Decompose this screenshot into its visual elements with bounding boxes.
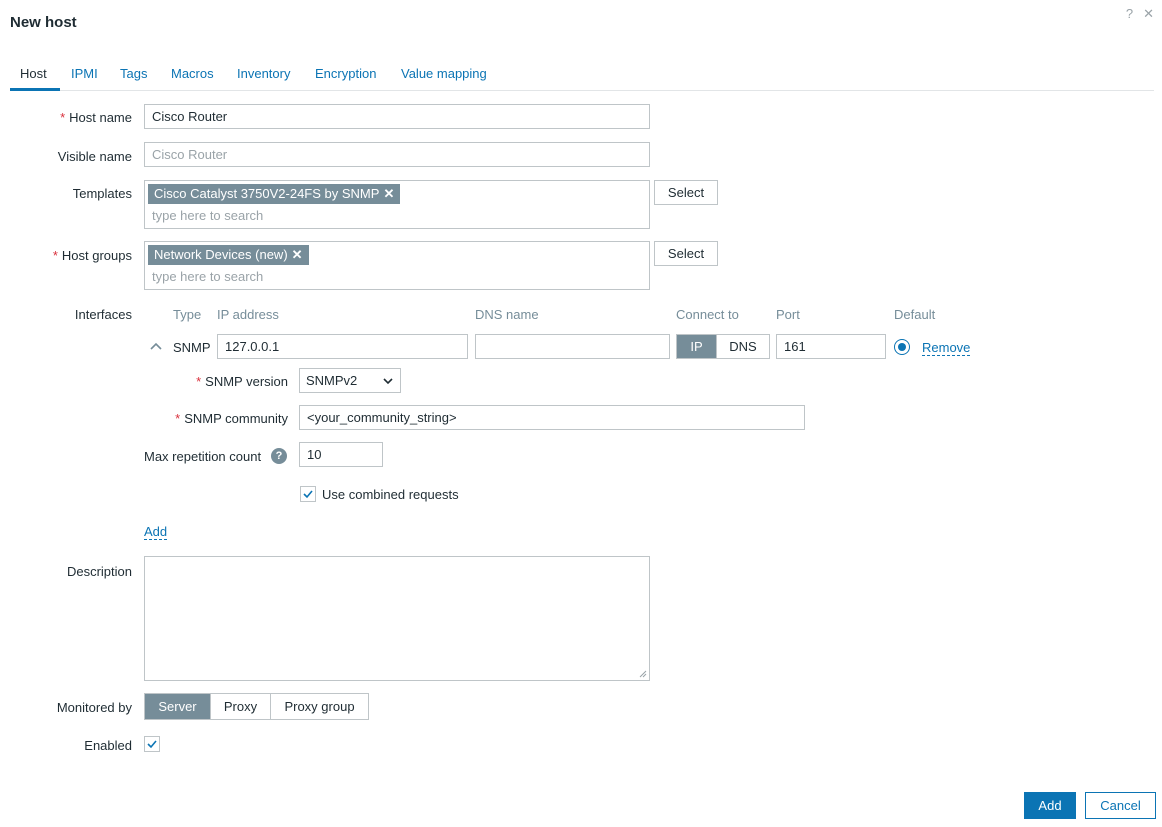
chevron-up-icon[interactable] — [148, 338, 164, 354]
required-mark: * — [175, 411, 181, 426]
snmp-community-input[interactable] — [299, 405, 805, 430]
visible-name-input[interactable] — [144, 142, 650, 167]
checkmark-icon — [147, 740, 157, 749]
dialog-title: New host — [10, 14, 77, 31]
description-label: Description — [66, 564, 132, 579]
enabled-checkbox[interactable] — [144, 736, 160, 752]
combined-requests-label: Use combined requests — [322, 487, 459, 502]
connect-ip-option[interactable]: IP — [677, 335, 717, 358]
template-chip: Cisco Catalyst 3750V2-24FS by SNMP ✕ — [148, 184, 401, 204]
checkmark-icon — [303, 490, 313, 499]
tab-ipmi[interactable]: IPMI — [71, 66, 98, 81]
monitored-by-toggle: Server Proxy Proxy group — [144, 693, 369, 720]
tab-encryption[interactable]: Encryption — [315, 66, 376, 81]
monitored-by-proxy-group[interactable]: Proxy group — [271, 694, 368, 719]
visible-name-label: Visible name — [57, 149, 132, 164]
interfaces-col-default: Default — [894, 307, 936, 322]
host-groups-label: * Host groups — [52, 248, 132, 263]
chip-remove-icon[interactable]: ✕ — [292, 245, 303, 265]
interfaces-col-dns: DNS name — [475, 307, 539, 322]
dialog-header-icons: ? ✕ — [1126, 6, 1154, 22]
resize-grip-icon[interactable] — [639, 670, 647, 678]
combined-requests-checkbox[interactable] — [300, 486, 316, 502]
tab-value-mapping[interactable]: Value mapping — [401, 66, 487, 81]
interfaces-col-type: Type — [173, 307, 202, 322]
tab-macros[interactable]: Macros — [171, 66, 214, 81]
interface-type: SNMP — [173, 340, 211, 355]
snmp-version-select[interactable]: SNMPv2 — [299, 368, 401, 393]
templates-select-button[interactable]: Select — [654, 180, 718, 205]
host-groups-search-input[interactable] — [152, 269, 452, 284]
interface-dns-input[interactable] — [475, 334, 670, 359]
interface-ip-input[interactable] — [217, 334, 468, 359]
host-groups-select-button[interactable]: Select — [654, 241, 718, 266]
required-mark: * — [52, 248, 58, 263]
required-mark: * — [196, 374, 202, 389]
host-name-input[interactable] — [144, 104, 650, 129]
enabled-label: Enabled — [84, 738, 132, 753]
tab-tags[interactable]: Tags — [120, 66, 147, 81]
snmp-community-label: * SNMP community — [175, 411, 288, 426]
monitored-by-server[interactable]: Server — [145, 694, 211, 719]
templates-label: Templates — [72, 186, 132, 201]
host-groups-multiselect[interactable]: Network Devices (new) ✕ — [144, 241, 650, 290]
remove-interface-link[interactable]: Remove — [922, 340, 971, 356]
chevron-down-icon — [383, 377, 393, 384]
help-icon[interactable]: ? — [271, 448, 287, 464]
monitored-by-proxy[interactable]: Proxy — [211, 694, 271, 719]
interfaces-label: Interfaces — [74, 307, 132, 322]
chip-remove-icon[interactable]: ✕ — [383, 184, 394, 204]
add-interface-link[interactable]: Add — [144, 524, 168, 540]
cancel-button[interactable]: Cancel — [1085, 792, 1156, 819]
default-interface-radio[interactable] — [894, 339, 910, 355]
description-textarea[interactable] — [144, 556, 650, 681]
tab-host[interactable]: Host — [20, 66, 47, 81]
close-icon[interactable]: ✕ — [1143, 6, 1154, 22]
snmp-version-label: * SNMP version — [196, 374, 288, 389]
monitored-by-label: Monitored by — [56, 700, 132, 715]
templates-search-input[interactable] — [152, 208, 452, 223]
max-repetition-label: Max repetition count — [144, 449, 262, 464]
connect-to-toggle: IP DNS — [676, 334, 770, 359]
max-repetition-input[interactable] — [299, 442, 383, 467]
host-group-chip: Network Devices (new) ✕ — [148, 245, 309, 265]
connect-dns-option[interactable]: DNS — [717, 335, 769, 358]
templates-multiselect[interactable]: Cisco Catalyst 3750V2-24FS by SNMP ✕ — [144, 180, 650, 229]
interfaces-col-connect: Connect to — [676, 307, 739, 322]
active-tab-indicator — [10, 88, 60, 91]
interfaces-col-ip: IP address — [217, 307, 279, 322]
interfaces-col-port: Port — [776, 307, 800, 322]
tab-inventory[interactable]: Inventory — [237, 66, 290, 81]
required-mark: * — [60, 110, 66, 125]
tab-bar: Host IPMI Tags Macros Inventory Encrypti… — [10, 62, 1154, 91]
host-name-label: * Host name — [60, 110, 132, 125]
interface-port-input[interactable] — [776, 334, 886, 359]
help-icon[interactable]: ? — [1126, 6, 1133, 22]
add-button[interactable]: Add — [1024, 792, 1076, 819]
